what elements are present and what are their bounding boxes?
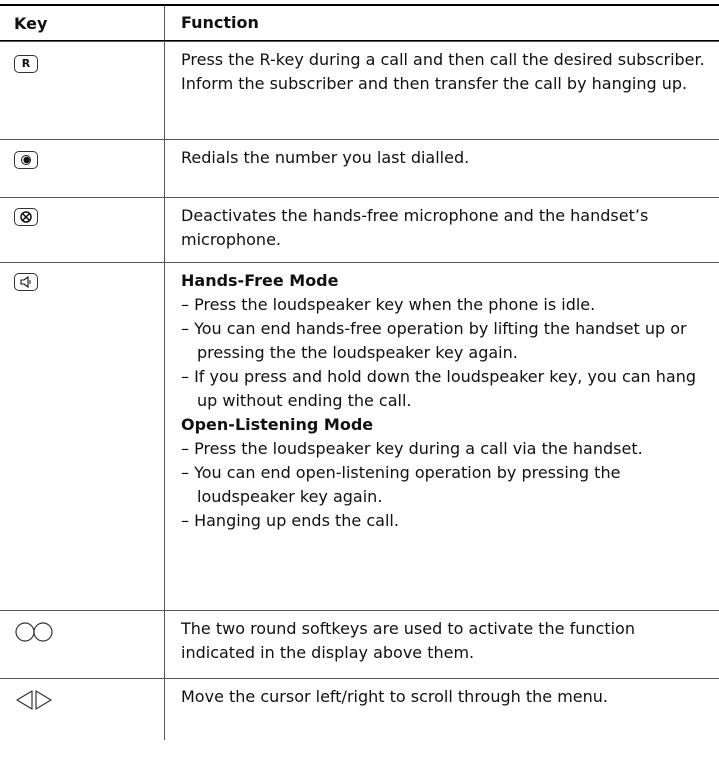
- function-text: Press the R-key during a call and then c…: [181, 50, 705, 93]
- key-cell: R: [0, 42, 165, 139]
- loudspeaker-key-icon: [14, 273, 38, 291]
- key-cell: [0, 198, 165, 262]
- function-text: Redials the number you last dialled.: [181, 148, 470, 167]
- key-cell: [0, 679, 165, 740]
- table-row: Hands-Free Mode – Press the loudspeaker …: [0, 262, 719, 610]
- bullet-item: – You can end hands-free operation by li…: [181, 319, 687, 362]
- function-text: Deactivates the hands-free microphone an…: [181, 206, 649, 249]
- cursor-arrows-icon: [16, 690, 52, 710]
- table-header-row: Key Function: [0, 6, 719, 41]
- header-key: Key: [0, 6, 165, 40]
- section-title-hands-free: Hands-Free Mode: [181, 271, 339, 290]
- function-cell: Move the cursor left/right to scroll thr…: [165, 679, 719, 740]
- redial-key-icon: [14, 151, 38, 169]
- bullet-item: – Press the loudspeaker key when the pho…: [181, 295, 596, 314]
- bullet-item: – You can end open-listening operation b…: [181, 463, 621, 506]
- bullet-item: – Press the loudspeaker key during a cal…: [181, 439, 643, 458]
- table-row: Move the cursor left/right to scroll thr…: [0, 678, 719, 740]
- table-row: R Press the R-key during a call and then…: [0, 41, 719, 139]
- function-cell: Redials the number you last dialled.: [165, 140, 719, 197]
- function-cell: Press the R-key during a call and then c…: [165, 42, 719, 139]
- key-function-table: Key Function R Press the R-key during a …: [0, 4, 719, 740]
- bullet-item: – If you press and hold down the loudspe…: [181, 367, 697, 410]
- key-cell: [0, 611, 165, 678]
- function-text: The two round softkeys are used to activ…: [181, 619, 635, 662]
- bullet-item: – Hanging up ends the call.: [181, 511, 399, 530]
- section-title-open-listening: Open-Listening Mode: [181, 415, 374, 434]
- function-cell: The two round softkeys are used to activ…: [165, 611, 719, 678]
- function-cell: Hands-Free Mode – Press the loudspeaker …: [165, 263, 719, 610]
- header-function: Function: [181, 13, 259, 32]
- key-cell: [0, 140, 165, 197]
- function-cell: Deactivates the hands-free microphone an…: [165, 198, 719, 262]
- table-row: The two round softkeys are used to activ…: [0, 610, 719, 678]
- mute-key-icon: [14, 208, 38, 226]
- r-key-icon: R: [14, 54, 38, 73]
- function-text: Move the cursor left/right to scroll thr…: [181, 687, 608, 706]
- table-row: Redials the number you last dialled.: [0, 139, 719, 197]
- key-cell: [0, 263, 165, 610]
- table-row: Deactivates the hands-free microphone an…: [0, 197, 719, 262]
- round-softkeys-icon: [15, 622, 53, 642]
